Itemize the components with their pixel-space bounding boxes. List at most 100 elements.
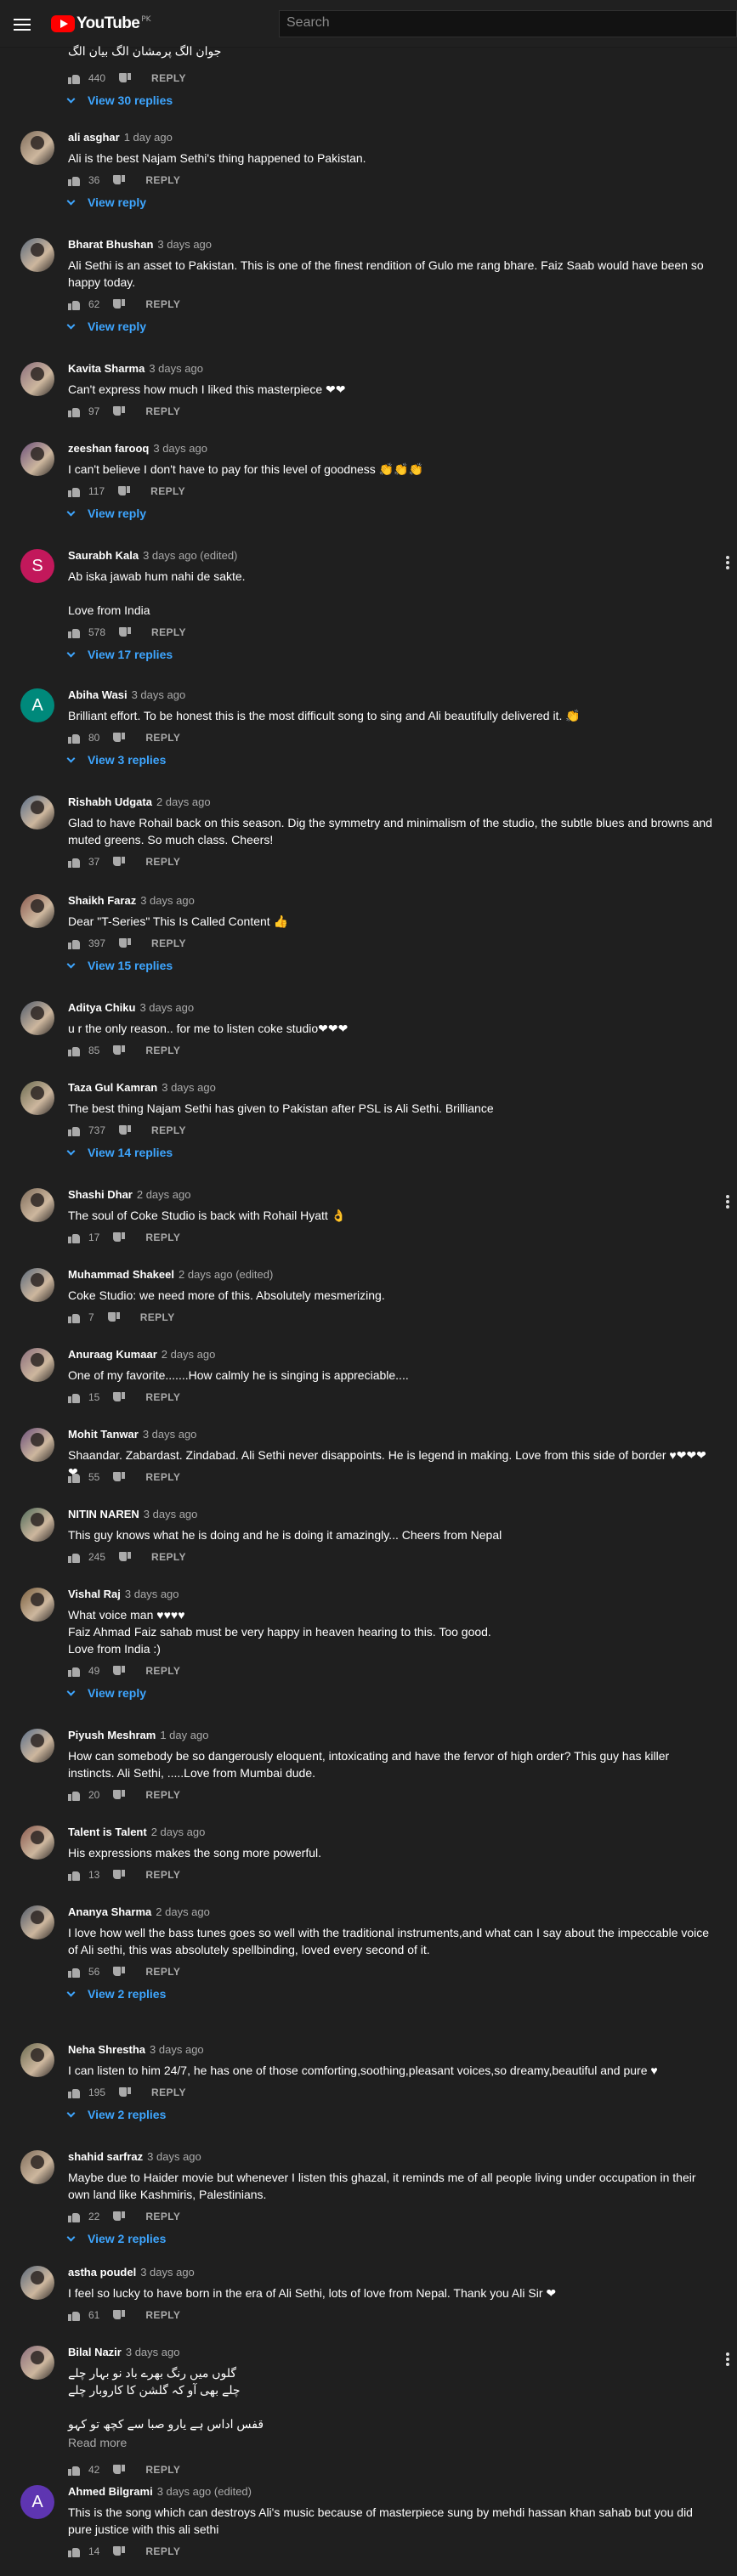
comment-date[interactable]: 2 days ago: [151, 1826, 206, 1838]
avatar[interactable]: [20, 2266, 54, 2300]
avatar[interactable]: S: [20, 549, 54, 583]
comment-date[interactable]: 3 days ago: [157, 238, 212, 251]
more-actions-icon[interactable]: [725, 2352, 730, 2368]
like-icon[interactable]: [68, 1392, 80, 1403]
dislike-icon[interactable]: [119, 1552, 131, 1563]
comment-date[interactable]: 3 days ago: [144, 1508, 198, 1520]
author-name[interactable]: Neha Shrestha: [68, 2043, 145, 2056]
comment-date[interactable]: 3 days ago (edited): [143, 549, 237, 562]
avatar[interactable]: [20, 2346, 54, 2380]
dislike-icon[interactable]: [113, 1790, 125, 1801]
avatar[interactable]: [20, 1001, 54, 1035]
reply-button[interactable]: REPLY: [145, 1391, 180, 1403]
reply-button[interactable]: REPLY: [145, 1471, 180, 1483]
author-name[interactable]: NITIN NAREN: [68, 1508, 139, 1520]
reply-button[interactable]: REPLY: [145, 1665, 180, 1677]
comment-date[interactable]: 2 days ago: [156, 1905, 210, 1918]
comment-date[interactable]: 2 days ago: [137, 1188, 191, 1201]
dislike-icon[interactable]: [113, 175, 125, 186]
dislike-icon[interactable]: [108, 1312, 120, 1323]
author-name[interactable]: Abiha Wasi: [68, 688, 128, 701]
reply-button[interactable]: REPLY: [145, 2545, 180, 2557]
comment-date[interactable]: 2 days ago (edited): [179, 1268, 273, 1281]
avatar[interactable]: [20, 1428, 54, 1462]
author-name[interactable]: Mohit Tanwar: [68, 1428, 139, 1441]
reply-button[interactable]: REPLY: [145, 856, 180, 868]
like-icon[interactable]: [68, 2465, 80, 2476]
reply-button[interactable]: REPLY: [145, 2464, 180, 2476]
author-name[interactable]: Shaikh Faraz: [68, 894, 136, 907]
dislike-icon[interactable]: [119, 73, 131, 84]
author-name[interactable]: Anuraag Kumaar: [68, 1348, 157, 1361]
like-icon[interactable]: [68, 2546, 80, 2557]
avatar[interactable]: [20, 894, 54, 928]
read-more-link[interactable]: Read more: [68, 2436, 127, 2449]
like-icon[interactable]: [68, 733, 80, 744]
reply-button[interactable]: REPLY: [151, 937, 186, 949]
comment-date[interactable]: 3 days ago: [143, 1428, 197, 1441]
reply-button[interactable]: REPLY: [150, 485, 185, 497]
dislike-icon[interactable]: [113, 2310, 125, 2321]
reply-button[interactable]: REPLY: [145, 732, 180, 744]
author-name[interactable]: Vishal Raj: [68, 1588, 121, 1600]
menu-icon[interactable]: [14, 19, 31, 31]
reply-button[interactable]: REPLY: [151, 1124, 186, 1136]
avatar[interactable]: A: [20, 688, 54, 722]
avatar[interactable]: A: [20, 2485, 54, 2519]
like-icon[interactable]: [68, 1312, 80, 1323]
avatar[interactable]: [20, 1348, 54, 1382]
dislike-icon[interactable]: [119, 1125, 131, 1136]
like-icon[interactable]: [68, 2087, 80, 2098]
avatar[interactable]: [20, 238, 54, 272]
dislike-icon[interactable]: [118, 486, 130, 497]
dislike-icon[interactable]: [113, 1472, 125, 1483]
author-name[interactable]: Bilal Nazir: [68, 2346, 122, 2358]
dislike-icon[interactable]: [113, 299, 125, 310]
avatar[interactable]: [20, 131, 54, 165]
comment-date[interactable]: 3 days ago: [153, 442, 207, 455]
reply-button[interactable]: REPLY: [145, 1966, 180, 1978]
avatar[interactable]: [20, 795, 54, 829]
comment-date[interactable]: 3 days ago: [126, 2346, 180, 2358]
dislike-icon[interactable]: [113, 2546, 125, 2557]
avatar[interactable]: [20, 1188, 54, 1222]
like-icon[interactable]: [68, 299, 80, 310]
avatar[interactable]: [20, 1826, 54, 1860]
like-icon[interactable]: [68, 1790, 80, 1801]
reply-button[interactable]: REPLY: [151, 626, 186, 638]
more-actions-icon[interactable]: [725, 1195, 730, 1210]
like-icon[interactable]: [68, 2211, 80, 2222]
reply-button[interactable]: REPLY: [140, 1311, 175, 1323]
author-name[interactable]: Rishabh Udgata: [68, 795, 152, 808]
avatar[interactable]: [20, 442, 54, 476]
like-icon[interactable]: [68, 938, 80, 949]
like-icon[interactable]: [68, 627, 80, 638]
dislike-icon[interactable]: [113, 1232, 125, 1243]
dislike-icon[interactable]: [113, 406, 125, 417]
avatar[interactable]: [20, 1081, 54, 1115]
like-icon[interactable]: [68, 1666, 80, 1677]
reply-button[interactable]: REPLY: [145, 2309, 180, 2321]
dislike-icon[interactable]: [113, 1967, 125, 1978]
reply-button[interactable]: REPLY: [145, 1045, 180, 1056]
comment-date[interactable]: 3 days ago: [150, 2043, 204, 2056]
like-icon[interactable]: [68, 1967, 80, 1978]
like-icon[interactable]: [68, 175, 80, 186]
author-name[interactable]: Talent is Talent: [68, 1826, 147, 1838]
dislike-icon[interactable]: [113, 2211, 125, 2222]
author-name[interactable]: zeeshan farooq: [68, 442, 149, 455]
dislike-icon[interactable]: [119, 2087, 131, 2098]
like-icon[interactable]: [68, 1045, 80, 1056]
author-name[interactable]: Ananya Sharma: [68, 1905, 151, 1918]
avatar[interactable]: [20, 362, 54, 396]
search-input[interactable]: Search: [279, 10, 737, 37]
dislike-icon[interactable]: [113, 1045, 125, 1056]
view-replies-button[interactable]: View 3 replies: [66, 753, 166, 767]
comment-date[interactable]: 3 days ago: [139, 1001, 194, 1014]
author-name[interactable]: ali asghar: [68, 131, 120, 144]
reply-button[interactable]: REPLY: [151, 72, 186, 84]
view-replies-button[interactable]: View reply: [66, 1686, 146, 1700]
comment-date[interactable]: 3 days ago: [125, 1588, 179, 1600]
avatar[interactable]: [20, 2043, 54, 2077]
reply-button[interactable]: REPLY: [145, 1789, 180, 1801]
